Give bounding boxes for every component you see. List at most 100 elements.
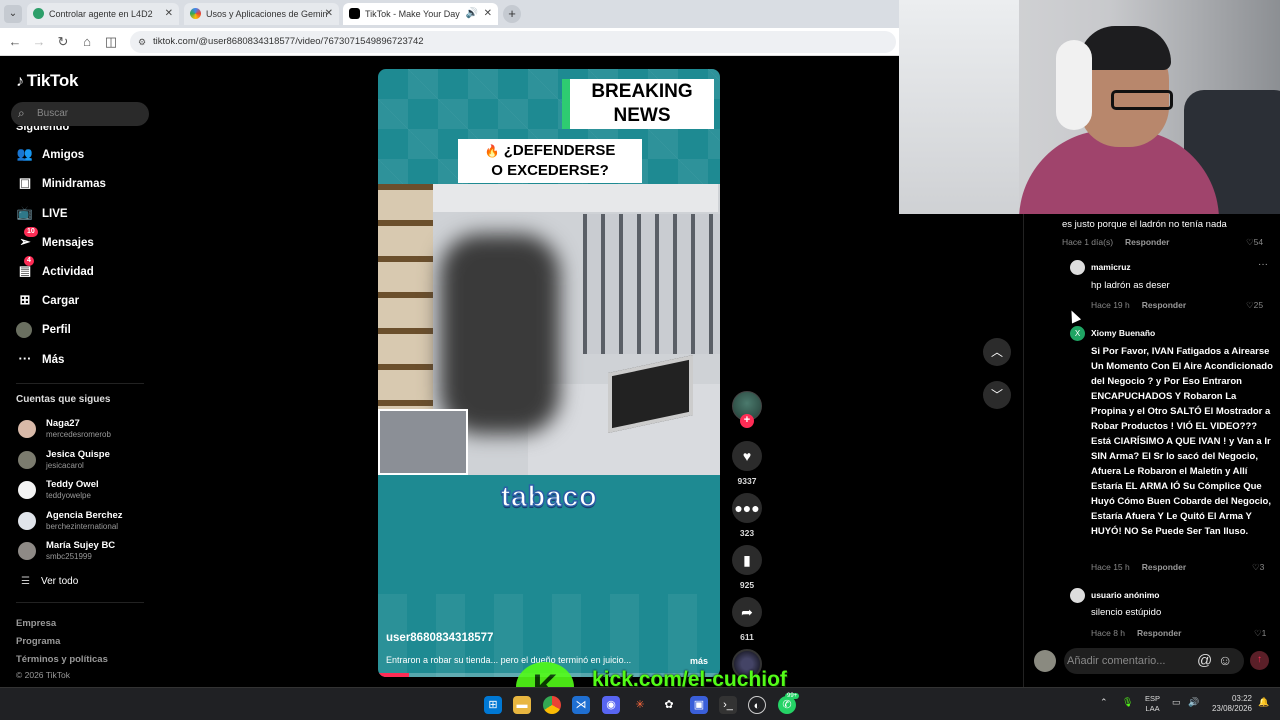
- activity-badge: 4: [24, 256, 34, 266]
- video-player[interactable]: BREAKING NEWS 🔥 ¿DEFENDERSE O EXCEDERSE?…: [378, 69, 720, 677]
- heart-outline-icon: ♡: [1252, 562, 1260, 572]
- friends-icon: 👥: [16, 146, 34, 161]
- tab-favicon-icon: [190, 8, 201, 19]
- mention-icon[interactable]: @: [1197, 652, 1212, 669]
- avatar[interactable]: [1070, 588, 1085, 603]
- site-info-icon[interactable]: ⚙: [136, 36, 148, 48]
- notification-icon[interactable]: 🔔: [1258, 697, 1269, 708]
- previous-video-button[interactable]: ︿: [983, 338, 1011, 366]
- tab-usos-gemini[interactable]: Usos y Aplicaciones de Gemin ✕: [184, 3, 339, 25]
- chevron-up-icon: ︿: [990, 345, 1003, 359]
- heart-outline-icon: ♡: [1254, 628, 1262, 638]
- tab-controlar-agente[interactable]: Controlar agente en L4D2 ✕: [27, 3, 179, 25]
- comment-like[interactable]: ♡54: [1246, 237, 1263, 248]
- comment-author[interactable]: mamicruz: [1091, 262, 1131, 272]
- list-icon: ☰: [21, 576, 30, 587]
- nav-mas[interactable]: ··· Más: [16, 348, 65, 370]
- reply-button[interactable]: Responder: [1142, 562, 1186, 572]
- more-dots-icon[interactable]: ···: [1258, 259, 1268, 270]
- reply-button[interactable]: Responder: [1125, 237, 1169, 247]
- discord-icon[interactable]: ◉: [602, 696, 620, 714]
- forward-arrow-icon[interactable]: →: [30, 33, 48, 51]
- arrow-up-icon: ↑: [1257, 654, 1262, 665]
- comment-count: 323: [739, 528, 755, 538]
- video-headline: 🔥 ¿DEFENDERSE O EXCEDERSE?: [458, 139, 642, 183]
- comment-like[interactable]: ♡25: [1246, 300, 1263, 311]
- comment-text: hp ladrón as deser: [1091, 280, 1170, 291]
- nav-mensajes[interactable]: ➢ 10 Mensajes: [16, 227, 94, 253]
- next-video-button[interactable]: ﹀: [983, 381, 1011, 409]
- home-icon[interactable]: ⌂: [78, 33, 96, 51]
- claude-icon[interactable]: ✳: [631, 696, 649, 714]
- keyboard-language[interactable]: ESP LAA: [1145, 694, 1160, 714]
- comment-author[interactable]: Xiomy Buenaño: [1091, 328, 1155, 338]
- url-text: tiktok.com/@user8680834318577/video/7673…: [153, 36, 424, 47]
- reload-icon[interactable]: ↻: [54, 33, 72, 51]
- share-button[interactable]: ➦: [732, 597, 762, 627]
- chevron-down-icon: ﹀: [990, 388, 1003, 402]
- comment-input[interactable]: Añadir comentario...: [1064, 648, 1244, 674]
- video-username[interactable]: user8680834318577: [386, 632, 493, 644]
- nav-cargar[interactable]: ⊞ Cargar: [16, 289, 80, 311]
- nav-minidramas[interactable]: ▣ Minidramas: [16, 172, 106, 194]
- comments-panel: es justo porque el ladrón no tenía nada …: [1023, 214, 1280, 687]
- app-icon[interactable]: ▣: [690, 696, 708, 714]
- emoji-icon[interactable]: ☺: [1218, 652, 1232, 668]
- send-button[interactable]: ↑: [1250, 651, 1269, 670]
- close-tab-icon[interactable]: ✕: [325, 3, 333, 25]
- address-bar[interactable]: ⚙ tiktok.com/@user8680834318577/video/76…: [130, 31, 896, 53]
- comment-bubble-icon: ●●●: [734, 500, 760, 516]
- comment-author[interactable]: usuario anónimo: [1091, 590, 1159, 600]
- new-tab-button[interactable]: +: [503, 5, 521, 23]
- side-panel-icon[interactable]: ◫: [102, 33, 120, 51]
- chrome-icon[interactable]: [543, 696, 561, 714]
- tray-chevron-up-icon[interactable]: ⌃: [1100, 697, 1108, 708]
- tab-search-button[interactable]: ⌄: [4, 5, 22, 23]
- close-tab-icon[interactable]: ✕: [484, 3, 492, 25]
- comment-like[interactable]: ♡3: [1252, 562, 1264, 573]
- comment-text: es justo porque el ladrón no tenía nada: [1062, 219, 1227, 230]
- clock[interactable]: 03:22 23/08/2026: [1210, 694, 1252, 714]
- chatgpt-icon[interactable]: ✿: [660, 696, 678, 714]
- following-title: Cuentas que sigues: [16, 394, 111, 405]
- avatar[interactable]: [1070, 260, 1085, 275]
- network-icon[interactable]: ▭: [1172, 697, 1181, 708]
- speaker-icon[interactable]: 🔊: [466, 3, 478, 25]
- reply-button[interactable]: Responder: [1137, 628, 1181, 638]
- comment-like[interactable]: ♡1: [1254, 628, 1266, 639]
- more-link[interactable]: más: [690, 656, 708, 666]
- footer-terminos[interactable]: Términos y políticas: [16, 654, 108, 665]
- follow-plus-icon[interactable]: +: [740, 414, 754, 428]
- vscode-icon[interactable]: ⋊: [572, 696, 590, 714]
- close-tab-icon[interactable]: ✕: [165, 3, 173, 25]
- nav-perfil[interactable]: Perfil: [16, 319, 71, 341]
- avatar[interactable]: X: [1070, 326, 1085, 341]
- microphone-icon[interactable]: 🎙: [1122, 697, 1133, 708]
- nav-amigos[interactable]: 👥 Amigos: [16, 143, 84, 165]
- obs-icon[interactable]: ◐: [748, 696, 766, 714]
- avatar: [1034, 650, 1056, 672]
- search-input[interactable]: ⌕ Buscar: [11, 102, 149, 126]
- avatar: [18, 542, 36, 560]
- footer-empresa[interactable]: Empresa: [16, 618, 56, 629]
- save-button[interactable]: ▮: [732, 545, 762, 575]
- nav-live[interactable]: 📺 LIVE: [16, 202, 68, 224]
- back-arrow-icon[interactable]: ←: [6, 33, 24, 51]
- like-button[interactable]: ♥: [732, 441, 762, 471]
- nav-actividad[interactable]: ▤ 4 Actividad: [16, 256, 94, 282]
- webcam-overlay: [899, 0, 1280, 214]
- comment-button[interactable]: ●●●: [732, 493, 762, 523]
- comment-text: Si Por Favor, IVAN Fatigados a Airearse …: [1091, 346, 1273, 537]
- file-explorer-icon[interactable]: ▬: [513, 696, 531, 714]
- speaker-icon[interactable]: 🔊: [1188, 697, 1199, 708]
- footer-programa[interactable]: Programa: [16, 636, 60, 647]
- windows-start-icon[interactable]: ⊞: [484, 696, 502, 714]
- overlay-word: tabaco: [500, 480, 598, 514]
- bookmark-icon: ▮: [743, 552, 751, 568]
- tab-tiktok[interactable]: TikTok - Make Your Day 🔊 ✕: [343, 3, 498, 25]
- reply-button[interactable]: Responder: [1142, 300, 1186, 310]
- see-all-link[interactable]: ☰ Ver todo: [21, 576, 78, 587]
- terminal-icon[interactable]: ›_: [719, 696, 737, 714]
- tiktok-logo[interactable]: ♪ TikTok: [16, 71, 78, 91]
- heart-icon: ♥: [742, 448, 752, 464]
